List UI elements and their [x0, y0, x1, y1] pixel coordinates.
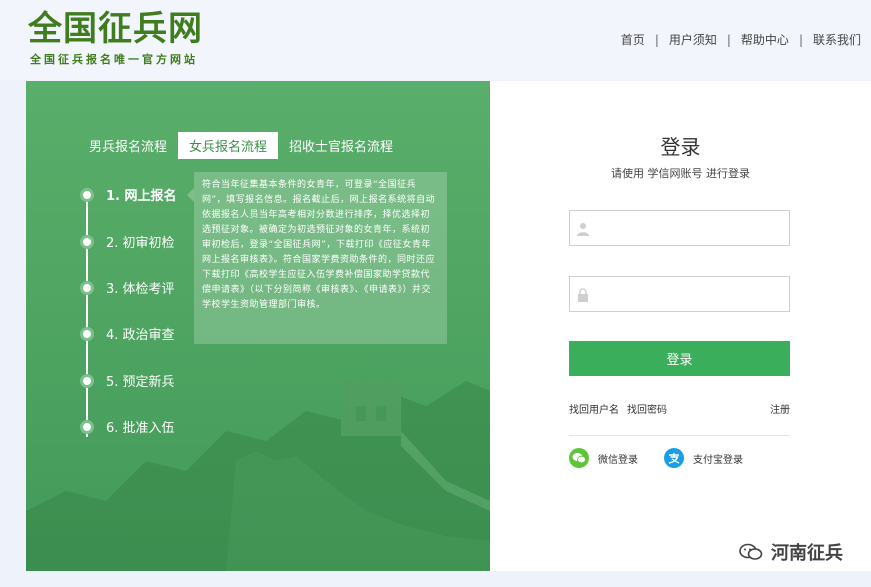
login-button[interactable]: 登录: [569, 341, 790, 376]
step-label: 4. 政治审查: [106, 328, 175, 343]
tab-male-process[interactable]: 男兵报名流程: [78, 132, 178, 159]
step-physical-exam[interactable]: 3. 体检考评: [80, 278, 175, 297]
step-label: 6. 批准入伍: [106, 421, 175, 436]
step-label: 2. 初审初检: [106, 236, 175, 251]
login-title: 登录: [660, 135, 701, 159]
site-logo[interactable]: 全国征兵网: [28, 10, 203, 48]
nav-contact[interactable]: 联系我们: [803, 31, 871, 48]
step-online-registration[interactable]: 1. 网上报名: [80, 185, 194, 204]
nav-help-center[interactable]: 帮助中心: [731, 31, 799, 48]
find-username-link[interactable]: 找回用户名: [569, 401, 619, 416]
step-label: 1. 网上报名: [106, 189, 177, 204]
login-panel: 登录 请使用 学信网账号 进行登录 登录 找回用户名 找回密码 注册 微信登录 …: [490, 81, 871, 571]
alipay-login-label: 支付宝登录: [693, 454, 743, 466]
wechat-watermark: 河南征兵: [739, 539, 843, 565]
timeline-dot: [80, 373, 94, 388]
timeline-dot: [80, 419, 94, 434]
account-links: 找回用户名 找回密码 注册: [569, 401, 790, 416]
timeline-dot: [80, 280, 94, 295]
step-label: 3. 体检考评: [106, 282, 175, 297]
divider: [569, 435, 790, 436]
process-tabs: 男兵报名流程 女兵报名流程 招收士官报名流程: [78, 132, 404, 159]
find-password-link[interactable]: 找回密码: [627, 401, 667, 416]
step-political-review[interactable]: 4. 政治审查: [80, 324, 175, 343]
wechat-login-label: 微信登录: [598, 454, 638, 466]
step-label: 5. 预定新兵: [106, 375, 175, 390]
step-preselect-recruit[interactable]: 5. 预定新兵: [80, 371, 175, 390]
header: 全国征兵网 全国征兵报名唯一官方网站 首页 | 用户须知 | 帮助中心 | 联系…: [0, 0, 871, 80]
timeline-dot: [80, 187, 94, 202]
step-initial-review[interactable]: 2. 初审初检: [80, 232, 175, 251]
user-icon: [577, 223, 589, 236]
login-subtitle: 请使用 学信网账号 进行登录: [611, 167, 750, 180]
timeline-dot: [80, 234, 94, 249]
tab-female-process[interactable]: 女兵报名流程: [178, 132, 279, 159]
register-link[interactable]: 注册: [770, 401, 790, 416]
great-wall-background: [26, 379, 490, 571]
alipay-icon: [664, 448, 684, 468]
username-field-wrapper: [569, 210, 790, 246]
site-slogan: 全国征兵报名唯一官方网站: [30, 53, 198, 66]
wechat-icon: [569, 448, 589, 468]
wechat-login[interactable]: 微信登录: [569, 448, 638, 468]
alipay-login[interactable]: 支付宝登录: [664, 448, 743, 468]
step-description: 符合当年征集基本条件的女青年，可登录“全国征兵网”，填写报名信息。报名截止后，网…: [194, 172, 447, 344]
password-input[interactable]: [570, 277, 789, 311]
tab-nco-process[interactable]: 招收士官报名流程: [278, 132, 404, 159]
password-field-wrapper: [569, 276, 790, 312]
nav-home[interactable]: 首页: [611, 31, 655, 48]
step-approve-enlistment[interactable]: 6. 批准入伍: [80, 417, 175, 436]
wechat-official-icon: [739, 543, 763, 560]
timeline-line: [86, 192, 88, 437]
timeline-dot: [80, 326, 94, 341]
watermark-text: 河南征兵: [771, 543, 843, 564]
step-pointer: [186, 187, 194, 202]
nav-user-notice[interactable]: 用户须知: [659, 31, 727, 48]
username-input[interactable]: [570, 211, 789, 245]
top-nav: 首页 | 用户须知 | 帮助中心 | 联系我们: [611, 31, 871, 48]
enlistment-process-panel: 男兵报名流程 女兵报名流程 招收士官报名流程 1. 网上报名 2. 初审初检 3…: [26, 81, 490, 571]
lock-icon: [578, 288, 588, 302]
